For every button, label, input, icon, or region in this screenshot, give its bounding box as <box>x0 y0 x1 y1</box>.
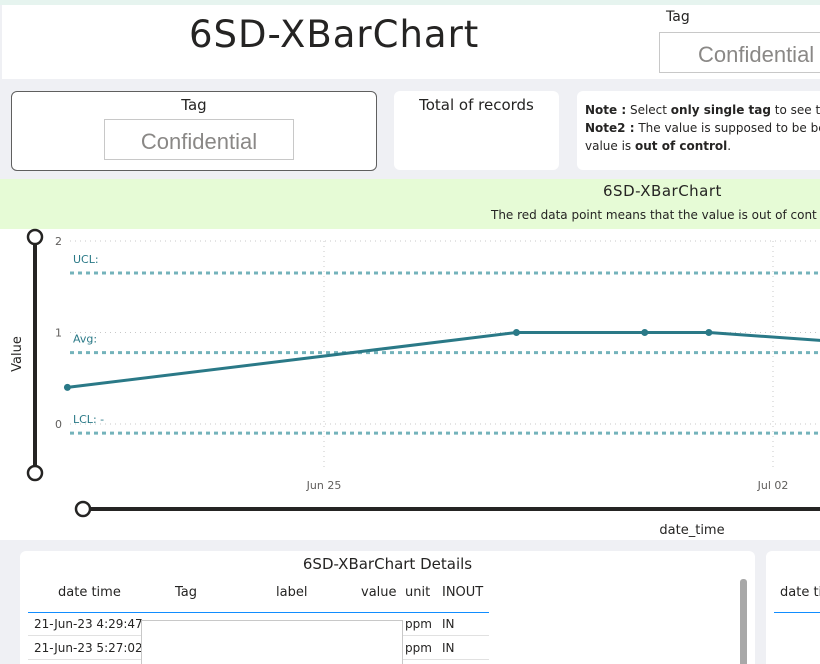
data-point[interactable] <box>63 383 71 391</box>
note-1-bold: only single tag <box>670 103 771 117</box>
series-line <box>67 331 820 389</box>
x-tick-label: Jul 02 <box>757 479 789 492</box>
note-line-1: Note : Select only single tag to see th <box>585 101 820 119</box>
redacted-overlay <box>141 620 403 664</box>
note-1-text-a: Select <box>626 103 671 117</box>
x-zoom-handle-left[interactable] <box>74 500 92 518</box>
cell-inout: IN <box>442 641 455 655</box>
vertical-scrollbar[interactable] <box>740 579 747 664</box>
note-1-text-b: to see th <box>774 103 820 117</box>
col-header-label[interactable]: label <box>276 585 307 600</box>
note-line-3: value is out of control. <box>585 137 820 155</box>
cell-unit: ppm <box>405 617 432 631</box>
data-point[interactable] <box>641 329 649 336</box>
chart-panel: 6SD-XBarChart The red data point means t… <box>0 179 820 540</box>
secondary-table-card: date ti <box>766 551 820 664</box>
line-chart: 0 1 2 Jun 25 Jul 02 UCL: Avg: LCL: - Value date_t… <box>10 228 820 538</box>
header-tag-slicer[interactable]: Confidential <box>659 32 820 73</box>
y-zoom-handle-top[interactable] <box>26 228 44 246</box>
total-records-label: Total of records <box>419 96 534 114</box>
header-tag-value: Confidential <box>698 42 815 67</box>
col-header-tag[interactable]: Tag <box>175 585 197 600</box>
tag-card-label: Tag <box>181 96 207 114</box>
cell-date-time: 21-Jun-23 5:27:02 <box>34 641 143 655</box>
data-point[interactable] <box>512 329 520 336</box>
page-title: 6SD-XBarChart <box>189 13 480 56</box>
header-divider-2 <box>774 612 820 613</box>
header-bar: 6SD-XBarChart Tag Confidential <box>2 5 820 79</box>
col-header-unit[interactable]: unit <box>405 585 430 600</box>
note-3-end: . <box>727 139 732 153</box>
data-point[interactable] <box>705 329 713 336</box>
reference-line-label: UCL: <box>73 253 99 266</box>
header-tag-label: Tag <box>666 9 690 25</box>
cell-inout: IN <box>442 617 455 631</box>
note-2-prefix: Note2 : <box>585 121 635 135</box>
note-1-prefix: Note : <box>585 103 627 117</box>
tag-slicer-value: Confidential <box>140 129 258 154</box>
tag-slicer-box[interactable]: Confidential <box>104 119 294 160</box>
y-tick-label: 0 <box>55 418 62 431</box>
y-tick-label: 2 <box>55 235 62 248</box>
cell-unit: ppm <box>405 641 432 655</box>
col-header-date-time[interactable]: date time <box>58 585 121 600</box>
note-line-2: Note2 : The value is supposed to be be <box>585 119 820 137</box>
reference-line-label: LCL: - <box>73 413 104 426</box>
total-records-card: Total of records <box>394 91 559 170</box>
col-header-value[interactable]: value <box>361 585 397 600</box>
y-tick-label: 1 <box>55 327 62 340</box>
details-title: 6SD-XBarChart Details <box>302 555 473 573</box>
cell-date-time: 21-Jun-23 4:29:47 <box>34 617 143 631</box>
notes-card: Note : Select only single tag to see th … <box>577 91 820 170</box>
note-3-bold: out of control <box>635 139 728 153</box>
note-3-text: value is <box>585 139 635 153</box>
x-axis-title: date_time <box>659 523 724 538</box>
note-2-text: The value is supposed to be be <box>634 121 820 135</box>
col-header-date-time-2[interactable]: date ti <box>780 585 820 600</box>
tag-slicer-card: Tag Confidential <box>11 91 377 171</box>
reference-line-label: Avg: <box>73 333 97 346</box>
col-header-inout[interactable]: INOUT <box>442 585 483 600</box>
y-zoom-handle-bottom[interactable] <box>26 464 44 482</box>
x-tick-label: Jun 25 <box>306 479 342 492</box>
y-axis-title: Value <box>10 336 25 372</box>
details-table-card: 6SD-XBarChart Details date time Tag labe… <box>20 551 755 664</box>
